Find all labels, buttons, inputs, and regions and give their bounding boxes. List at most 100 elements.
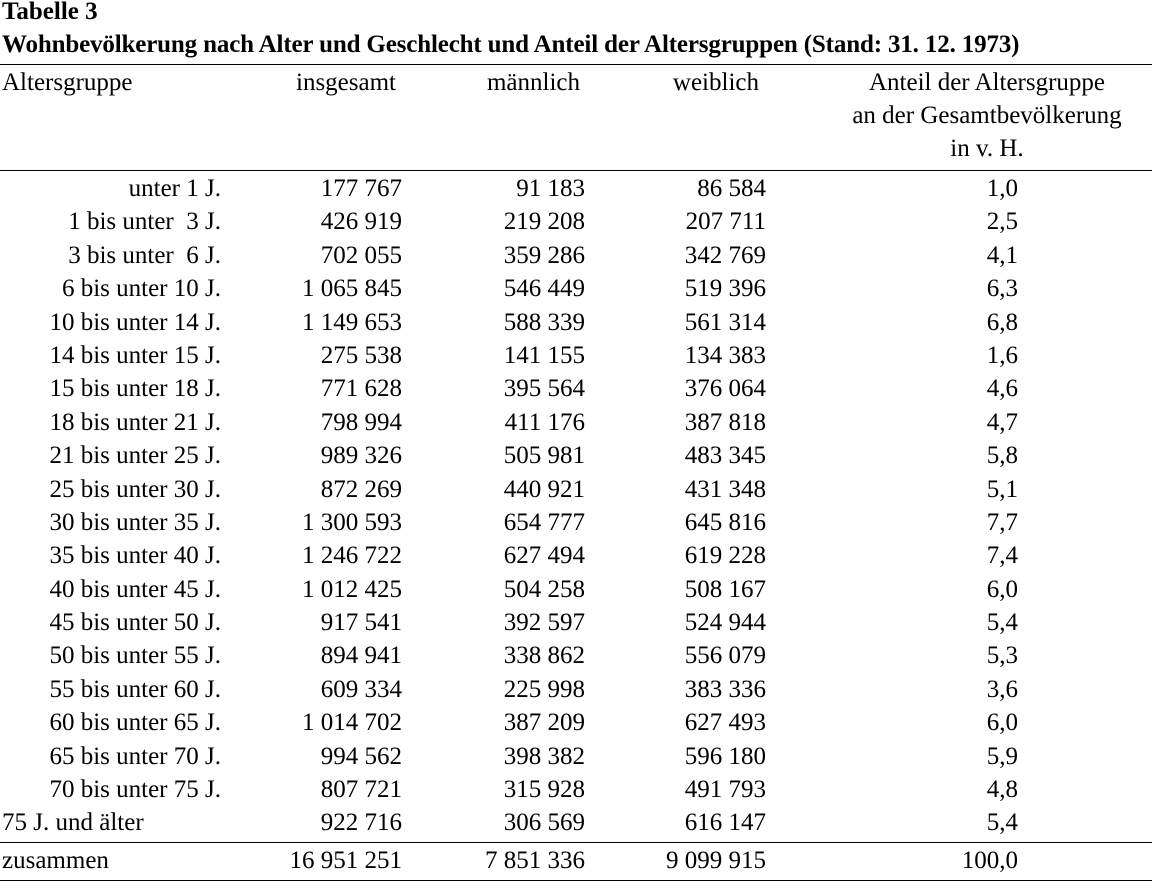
- table-row: 65 bis unter 70 J. 994 562 398 382 596 180 5…: [0, 740, 1152, 773]
- cell-total: 1 149 653: [302, 308, 402, 336]
- cell-age-group: 45 bis unter 50 J.: [49, 609, 221, 637]
- table-row: unter 1 J. 177 767 91 183 86 584 1,0: [0, 172, 1152, 205]
- cell-age-group: 60 bis unter 65 J.: [49, 709, 221, 737]
- cell-total: 1 065 845: [302, 275, 402, 303]
- cell-male: 654 777: [503, 508, 585, 536]
- cell-total: 872 269: [320, 475, 402, 503]
- cell-age-group: 40 bis unter 45 J.: [49, 575, 221, 603]
- table-row: 40 bis unter 45 J. 1 012 425 504 258 508 16…: [0, 573, 1152, 606]
- cell-total: 426 919: [320, 208, 402, 236]
- table-row: 35 bis unter 40 J. 1 246 722 627 494 619 22…: [0, 539, 1152, 572]
- table-row: 1 bis unter 3 J. 426 919 219 208 207 711 2,5: [0, 205, 1152, 238]
- cell-share: 7,4: [986, 542, 1018, 570]
- cell-male: 504 258: [503, 575, 585, 603]
- cell-share: 6,8: [986, 308, 1018, 336]
- table-row: 21 bis unter 25 J. 989 326 505 981 483 345 5…: [0, 439, 1152, 472]
- cell-male: 627 494: [503, 542, 585, 570]
- cell-male: 338 862: [503, 642, 585, 670]
- table-row: 10 bis unter 14 J. 1 149 653 588 339 561 31…: [0, 306, 1152, 339]
- cell-share: 5,8: [986, 442, 1018, 470]
- total-male: 7 851 336: [485, 847, 585, 874]
- cell-age-group: 35 bis unter 40 J.: [49, 542, 221, 570]
- table-row: 18 bis unter 21 J. 798 994 411 176 387 818 4…: [0, 406, 1152, 439]
- cell-age-group: 10 bis unter 14 J.: [49, 308, 221, 336]
- cell-share: 4,8: [986, 776, 1018, 804]
- cell-age-group: 1 bis unter 3 J.: [68, 208, 221, 236]
- cell-female: 556 079: [684, 642, 766, 670]
- table-row: 30 bis unter 35 J. 1 300 593 654 777 645 81…: [0, 506, 1152, 539]
- cell-age-group: 30 bis unter 35 J.: [49, 508, 221, 536]
- cell-female: 619 228: [684, 542, 766, 570]
- cell-age-group: 18 bis unter 21 J.: [49, 408, 221, 436]
- cell-female: 519 396: [684, 275, 766, 303]
- cell-male: 392 597: [503, 609, 585, 637]
- header-female: weiblich: [672, 69, 759, 96]
- top-rule: [0, 64, 1152, 65]
- cell-total: 922 716: [320, 809, 402, 837]
- cell-age-group: 15 bis unter 18 J.: [49, 375, 221, 403]
- cell-age-group: 50 bis unter 55 J.: [49, 642, 221, 670]
- cell-female: 627 493: [684, 709, 766, 737]
- cell-share: 5,9: [986, 742, 1018, 770]
- header-share-line-2: an der Gesamtbevölkerung: [852, 102, 1122, 129]
- cell-share: 5,4: [986, 609, 1018, 637]
- cell-male: 315 928: [503, 776, 585, 804]
- cell-age-group: 75 J. und älter: [2, 809, 144, 837]
- cell-share: 3,6: [986, 675, 1018, 703]
- total-row: zusammen 16 951 251 7 851 336 9 099 915 …: [0, 843, 1152, 879]
- cell-share: 1,0: [986, 175, 1018, 202]
- cell-female: 524 944: [684, 609, 766, 637]
- cell-total: 609 334: [320, 675, 402, 703]
- cell-total: 894 941: [320, 642, 402, 670]
- cell-total: 807 721: [320, 776, 402, 804]
- table-row: 60 bis unter 65 J. 1 014 702 387 209 627 49…: [0, 706, 1152, 739]
- cell-male: 546 449: [503, 275, 585, 303]
- cell-male: 359 286: [503, 241, 585, 269]
- cell-share: 1,6: [986, 341, 1018, 369]
- cell-female: 596 180: [684, 742, 766, 770]
- cell-age-group: 25 bis unter 30 J.: [49, 475, 221, 503]
- cell-total: 989 326: [320, 442, 402, 470]
- table-row: 50 bis unter 55 J. 894 941 338 862 556 079 5…: [0, 639, 1152, 672]
- cell-female: 387 818: [684, 408, 766, 436]
- cell-female: 508 167: [684, 575, 766, 603]
- cell-female: 431 348: [684, 475, 766, 503]
- cell-share: 4,7: [986, 408, 1018, 436]
- total-label: zusammen: [2, 847, 109, 874]
- cell-age-group: unter 1 J.: [128, 175, 221, 202]
- cell-total: 1 012 425: [302, 575, 402, 603]
- table-row: 6 bis unter 10 J. 1 065 845 546 449 519 396…: [0, 272, 1152, 305]
- header-rule: [0, 170, 1152, 171]
- cell-male: 411 176: [504, 408, 585, 436]
- cell-female: 86 584: [697, 175, 766, 202]
- header-male: männlich: [486, 69, 580, 96]
- cell-male: 306 569: [503, 809, 585, 837]
- table-row: 55 bis unter 60 J. 609 334 225 998 383 336 3…: [0, 673, 1152, 706]
- header-share: Anteil der Altersgruppe an der Gesamtbev…: [830, 66, 1144, 165]
- header-total: insgesamt: [296, 69, 396, 96]
- cell-share: 5,1: [986, 475, 1018, 503]
- table-body: unter 1 J. 177 767 91 183 86 584 1,0 1 bis un…: [0, 172, 1152, 840]
- total-female: 9 099 915: [666, 847, 766, 874]
- cell-age-group: 65 bis unter 70 J.: [49, 742, 221, 770]
- cell-total: 994 562: [320, 742, 402, 770]
- cell-age-group: 55 bis unter 60 J.: [49, 675, 221, 703]
- table-row: 70 bis unter 75 J. 807 721 315 928 491 793 4…: [0, 773, 1152, 806]
- cell-male: 505 981: [503, 442, 585, 470]
- header-share-line-3: in v. H.: [950, 135, 1024, 162]
- table-row: 75 J. und älter 922 716 306 569 616 147 5,4: [0, 806, 1152, 839]
- cell-age-group: 14 bis unter 15 J.: [49, 341, 221, 369]
- cell-age-group: 3 bis unter 6 J.: [68, 241, 221, 269]
- cell-share: 7,7: [986, 508, 1018, 536]
- cell-total: 1 300 593: [302, 508, 402, 536]
- cell-female: 616 147: [684, 809, 766, 837]
- cell-female: 561 314: [684, 308, 766, 336]
- table-title: Wohnbevölkerung nach Alter und Geschlech…: [2, 31, 1020, 58]
- cell-share: 6,3: [986, 275, 1018, 303]
- cell-female: 491 793: [684, 776, 766, 804]
- cell-total: 771 628: [320, 375, 402, 403]
- cell-male: 398 382: [503, 742, 585, 770]
- cell-female: 342 769: [684, 241, 766, 269]
- cell-share: 4,1: [986, 241, 1018, 269]
- cell-female: 483 345: [684, 442, 766, 470]
